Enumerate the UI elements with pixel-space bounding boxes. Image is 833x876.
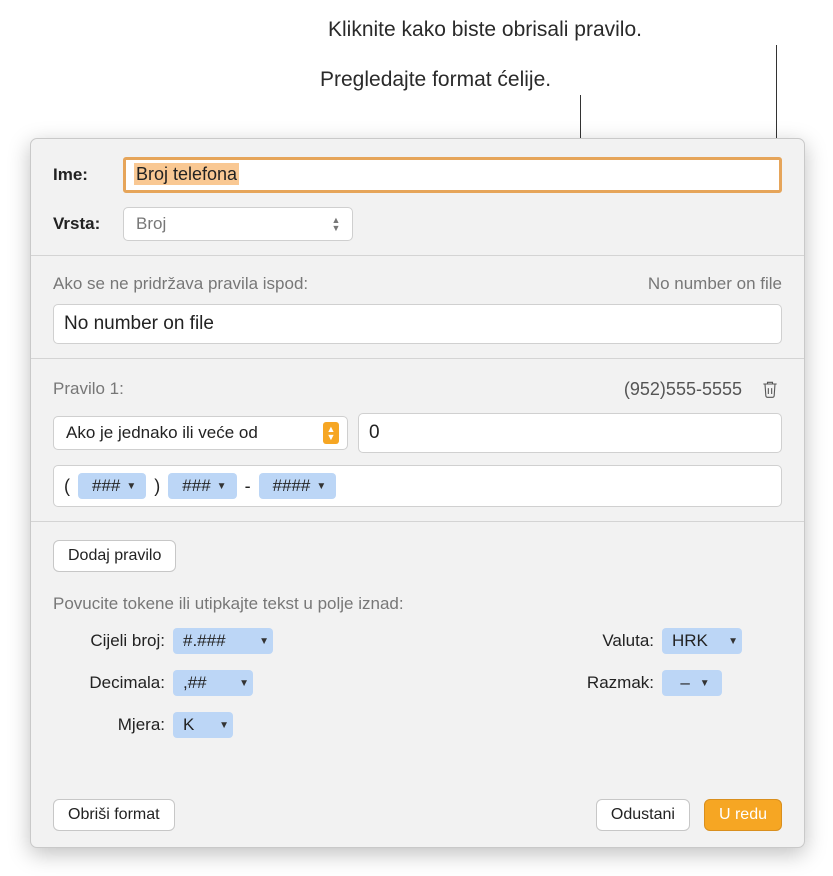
token-text: HRK bbox=[672, 631, 708, 651]
cancel-button[interactable]: Odustani bbox=[596, 799, 690, 831]
delete-format-button[interactable]: Obriši format bbox=[53, 799, 175, 831]
pattern-token-2[interactable]: ### ▼ bbox=[168, 473, 236, 499]
chevron-down-icon: ▼ bbox=[219, 720, 229, 731]
token-text: ### bbox=[92, 476, 120, 496]
pattern-dash: - bbox=[243, 476, 253, 497]
chevron-down-icon: ▼ bbox=[728, 636, 738, 647]
unit-token[interactable]: K ▼ bbox=[173, 712, 233, 738]
type-label: Vrsta: bbox=[53, 214, 111, 234]
chevron-down-icon: ▼ bbox=[126, 481, 136, 492]
rule1-preview: (952)555-5555 bbox=[624, 379, 742, 400]
default-rule-preview: No number on file bbox=[648, 274, 782, 294]
dialog-footer: Obriši format Odustani U redu bbox=[31, 783, 804, 847]
tokens-help: Povucite tokene ili utipkajte tekst u po… bbox=[53, 594, 782, 614]
tokens-section: Dodaj pravilo Povucite tokene ili utipka… bbox=[31, 521, 804, 752]
default-rule-value: No number on file bbox=[64, 313, 214, 335]
decimal-label: Decimala: bbox=[53, 673, 173, 693]
integer-label: Cijeli broj: bbox=[53, 631, 173, 651]
rule1-condition-select[interactable]: Ako je jednako ili veće od ▲▼ bbox=[53, 416, 348, 450]
currency-label: Valuta: bbox=[552, 631, 662, 651]
rule1-section: Pravilo 1: (952)555-5555 Ako je jednako … bbox=[31, 358, 804, 521]
pattern-token-1[interactable]: ### ▼ bbox=[78, 473, 146, 499]
unit-label: Mjera: bbox=[53, 715, 173, 735]
token-text: ,## bbox=[183, 673, 207, 693]
token-text: #.### bbox=[183, 631, 226, 651]
updown-icon: ▲▼ bbox=[323, 422, 339, 444]
rule1-value: 0 bbox=[369, 422, 380, 444]
header-section: Ime: Broj telefona Vrsta: Broj ▲▼ bbox=[31, 139, 804, 255]
chevron-down-icon: ▼ bbox=[217, 481, 227, 492]
pattern-open-paren: ( bbox=[62, 476, 72, 497]
token-text: K bbox=[183, 715, 194, 735]
ok-button[interactable]: U redu bbox=[704, 799, 782, 831]
name-value: Broj telefona bbox=[134, 163, 239, 185]
annotation-preview-format: Pregledajte format ćelije. bbox=[320, 68, 551, 92]
rule1-condition: Ako je jednako ili veće od bbox=[66, 423, 258, 443]
decimal-token[interactable]: ,## ▼ bbox=[173, 670, 253, 696]
name-label: Ime: bbox=[53, 165, 111, 185]
chevron-down-icon: ▼ bbox=[316, 481, 326, 492]
token-text: ### bbox=[182, 476, 210, 496]
updown-icon: ▲▼ bbox=[328, 216, 344, 232]
rule1-pattern-input[interactable]: ( ### ▼ ) ### ▼ - #### ▼ bbox=[53, 465, 782, 507]
integer-token[interactable]: #.### ▼ bbox=[173, 628, 273, 654]
default-rule-section: Ako se ne pridržava pravila ispod: No nu… bbox=[31, 255, 804, 358]
trash-icon bbox=[760, 378, 780, 400]
rule1-value-input[interactable]: 0 bbox=[358, 413, 782, 453]
chevron-down-icon: ▼ bbox=[259, 636, 269, 647]
chevron-down-icon: ▼ bbox=[239, 678, 249, 689]
name-input[interactable]: Broj telefona bbox=[123, 157, 782, 193]
chevron-down-icon: ▼ bbox=[700, 678, 710, 689]
default-rule-input[interactable]: No number on file bbox=[53, 304, 782, 344]
pattern-token-3[interactable]: #### ▼ bbox=[259, 473, 337, 499]
currency-token[interactable]: HRK ▼ bbox=[662, 628, 742, 654]
pattern-close-paren: ) bbox=[152, 476, 162, 497]
token-text: #### bbox=[273, 476, 311, 496]
default-rule-caption: Ako se ne pridržava pravila ispod: bbox=[53, 274, 308, 294]
space-label: Razmak: bbox=[552, 673, 662, 693]
annotation-delete-rule: Kliknite kako biste obrisali pravilo. bbox=[328, 18, 642, 42]
type-value: Broj bbox=[136, 214, 166, 234]
format-dialog: Ime: Broj telefona Vrsta: Broj ▲▼ Ako se… bbox=[30, 138, 805, 848]
add-rule-button[interactable]: Dodaj pravilo bbox=[53, 540, 176, 572]
token-text: – bbox=[680, 673, 689, 693]
type-select[interactable]: Broj ▲▼ bbox=[123, 207, 353, 241]
rule1-title: Pravilo 1: bbox=[53, 379, 124, 399]
delete-rule-button[interactable] bbox=[758, 377, 782, 401]
space-token[interactable]: – ▼ bbox=[662, 670, 722, 696]
